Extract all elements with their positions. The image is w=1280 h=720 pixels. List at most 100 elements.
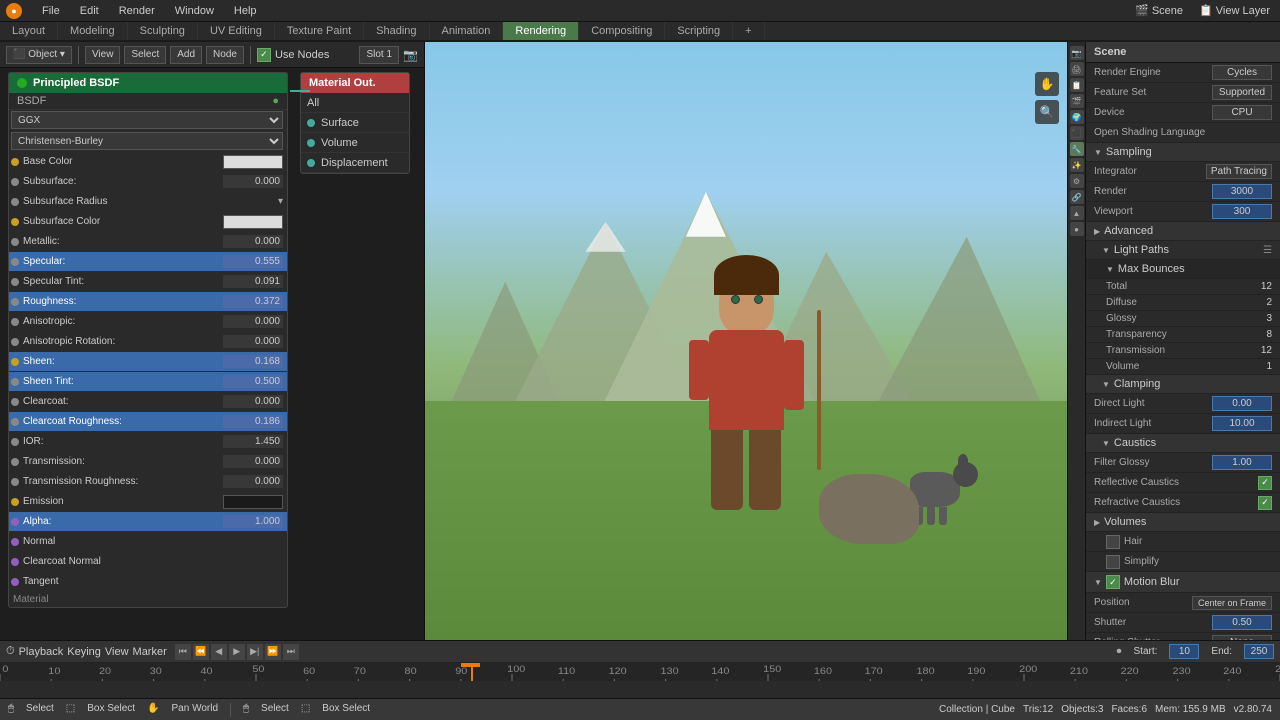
sheen-tint-value[interactable] (223, 375, 283, 388)
metallic-value[interactable] (223, 235, 283, 248)
prev-frame-btn[interactable]: ◀ (211, 644, 227, 660)
anisotropic-value[interactable] (223, 315, 283, 328)
sheen-value[interactable] (223, 355, 283, 368)
diffuse-bounces-value[interactable]: 2 (1266, 297, 1272, 308)
object-icon[interactable]: ⬛ (1070, 126, 1084, 140)
sampling-section-header[interactable]: ▼ Sampling (1086, 143, 1280, 162)
physics-icon[interactable]: ⚙ (1070, 174, 1084, 188)
scene-icon[interactable]: 🎬 (1070, 94, 1084, 108)
emission-swatch[interactable] (223, 495, 283, 509)
render-icon[interactable]: 📷 (1070, 46, 1084, 60)
transmission-value[interactable] (223, 455, 283, 468)
simplify-checkbox[interactable] (1106, 555, 1120, 569)
ior-value[interactable] (223, 435, 283, 448)
frame-end-value[interactable]: 250 (1244, 644, 1274, 659)
node-add-btn[interactable]: Add (170, 46, 202, 64)
constraints-icon[interactable]: 🔗 (1070, 190, 1084, 204)
transmission-bounces-value[interactable]: 12 (1261, 345, 1272, 356)
camera-icon[interactable]: 📷 (403, 48, 418, 62)
menu-window[interactable]: Window (171, 3, 218, 19)
transparency-bounces-value[interactable]: 8 (1266, 329, 1272, 340)
node-select-btn[interactable]: Select (124, 46, 166, 64)
reflective-caustics-checkbox[interactable]: ✓ (1258, 476, 1272, 490)
particles-icon[interactable]: ✨ (1070, 158, 1084, 172)
glossy-bounces-value[interactable]: 3 (1266, 313, 1272, 324)
direct-light-value[interactable]: 0.00 (1212, 396, 1272, 411)
jump-next-btn[interactable]: ⏩ (265, 644, 281, 660)
material-icon[interactable]: ● (1070, 222, 1084, 236)
use-nodes-checkbox[interactable]: ✓ (257, 48, 271, 62)
tab-sculpting[interactable]: Sculpting (128, 22, 198, 40)
output-icon[interactable]: 🖨 (1070, 62, 1084, 76)
node-view-btn[interactable]: View (85, 46, 121, 64)
advanced-section-header[interactable]: ▶ Advanced (1086, 222, 1280, 241)
clearcoat-roughness-value[interactable] (223, 415, 283, 428)
volume-bounces-value[interactable]: 1 (1266, 361, 1272, 372)
refractive-caustics-checkbox[interactable]: ✓ (1258, 496, 1272, 510)
jump-start-btn[interactable]: ⏮ (175, 644, 191, 660)
jump-end-btn[interactable]: ⏭ (283, 644, 299, 660)
node-node-btn[interactable]: Node (206, 46, 244, 64)
view-layer-icon[interactable]: 📋 (1070, 78, 1084, 92)
light-paths-header[interactable]: ▼ Light Paths ☰ (1086, 241, 1280, 260)
max-bounces-header[interactable]: ▼ Max Bounces (1086, 260, 1280, 279)
menu-edit[interactable]: Edit (76, 3, 103, 19)
marker-menu[interactable]: Marker (133, 646, 167, 658)
tab-compositing[interactable]: Compositing (579, 22, 665, 40)
tab-animation[interactable]: Animation (430, 22, 504, 40)
node-editor-canvas[interactable]: Principled BSDF BSDF ● GGX (0, 68, 424, 640)
total-bounces-value[interactable]: 12 (1261, 281, 1272, 292)
tab-modeling[interactable]: Modeling (58, 22, 128, 40)
feature-set-value[interactable]: Supported (1212, 85, 1272, 100)
render-samples-value[interactable]: 3000 (1212, 184, 1272, 199)
light-paths-menu-icon[interactable]: ☰ (1263, 245, 1272, 256)
motion-blur-checkbox[interactable]: ✓ (1106, 575, 1120, 589)
integrator-value[interactable]: Path Tracing (1206, 164, 1272, 179)
anisotropic-rotation-value[interactable] (223, 335, 283, 348)
blender-logo[interactable]: ● (6, 3, 22, 19)
tab-uv-editing[interactable]: UV Editing (198, 22, 275, 40)
tab-texture-paint[interactable]: Texture Paint (275, 22, 364, 40)
filter-glossy-value[interactable]: 1.00 (1212, 455, 1272, 470)
device-value[interactable]: CPU (1212, 105, 1272, 120)
timeline-ruler[interactable]: 92 0 10 20 30 40 50 60 70 (0, 663, 1280, 681)
subsurface-value[interactable] (223, 175, 283, 188)
clearcoat-value[interactable] (223, 395, 283, 408)
alpha-value[interactable] (223, 515, 283, 528)
viewport[interactable]: View View Render Result 📷 ✕ (425, 42, 1067, 640)
menu-render[interactable]: Render (115, 3, 159, 19)
specular-value[interactable] (223, 255, 283, 268)
subsurface-method-select[interactable]: Christensen-Burley (11, 132, 283, 150)
tab-scripting[interactable]: Scripting (665, 22, 733, 40)
vp-hand-icon[interactable]: ✋ (1035, 72, 1059, 96)
tab-shading[interactable]: Shading (364, 22, 429, 40)
transmission-roughness-value[interactable] (223, 475, 283, 488)
clamping-section-header[interactable]: ▼ Clamping (1086, 375, 1280, 394)
play-btn[interactable]: ▶ (229, 644, 245, 660)
bsdf-node-header[interactable]: Principled BSDF (9, 73, 287, 93)
playback-menu[interactable]: Playback (19, 646, 64, 658)
indirect-light-value[interactable]: 10.00 (1212, 416, 1272, 431)
subsurface-radius-arrow[interactable]: ▾ (278, 196, 283, 207)
tab-layout[interactable]: Layout (0, 22, 58, 40)
tab-add[interactable]: + (733, 22, 764, 40)
hair-checkbox[interactable] (1106, 535, 1120, 549)
position-value[interactable]: Center on Frame (1192, 596, 1272, 610)
vp-zoom-icon[interactable]: 🔍 (1035, 100, 1059, 124)
subsurface-color-swatch[interactable] (223, 215, 283, 229)
node-editor-type-btn[interactable]: ⬛ Object ▾ (6, 46, 72, 64)
menu-file[interactable]: File (38, 3, 64, 19)
modifier-icon[interactable]: 🔧 (1070, 142, 1084, 156)
viewport-samples-value[interactable]: 300 (1212, 204, 1272, 219)
frame-start-value[interactable]: 10 (1169, 644, 1199, 659)
motion-blur-header[interactable]: ▼ ✓ Motion Blur (1086, 572, 1280, 593)
shutter-value[interactable]: 0.50 (1212, 615, 1272, 630)
next-frame-btn[interactable]: ▶| (247, 644, 263, 660)
distribution-select[interactable]: GGX (11, 111, 283, 129)
caustics-section-header[interactable]: ▼ Caustics (1086, 434, 1280, 453)
jump-prev-btn[interactable]: ⏪ (193, 644, 209, 660)
slot-selector[interactable]: Slot 1 (359, 46, 399, 64)
keying-menu[interactable]: Keying (67, 646, 101, 658)
world-icon[interactable]: 🌍 (1070, 110, 1084, 124)
view-menu[interactable]: View (105, 646, 129, 658)
